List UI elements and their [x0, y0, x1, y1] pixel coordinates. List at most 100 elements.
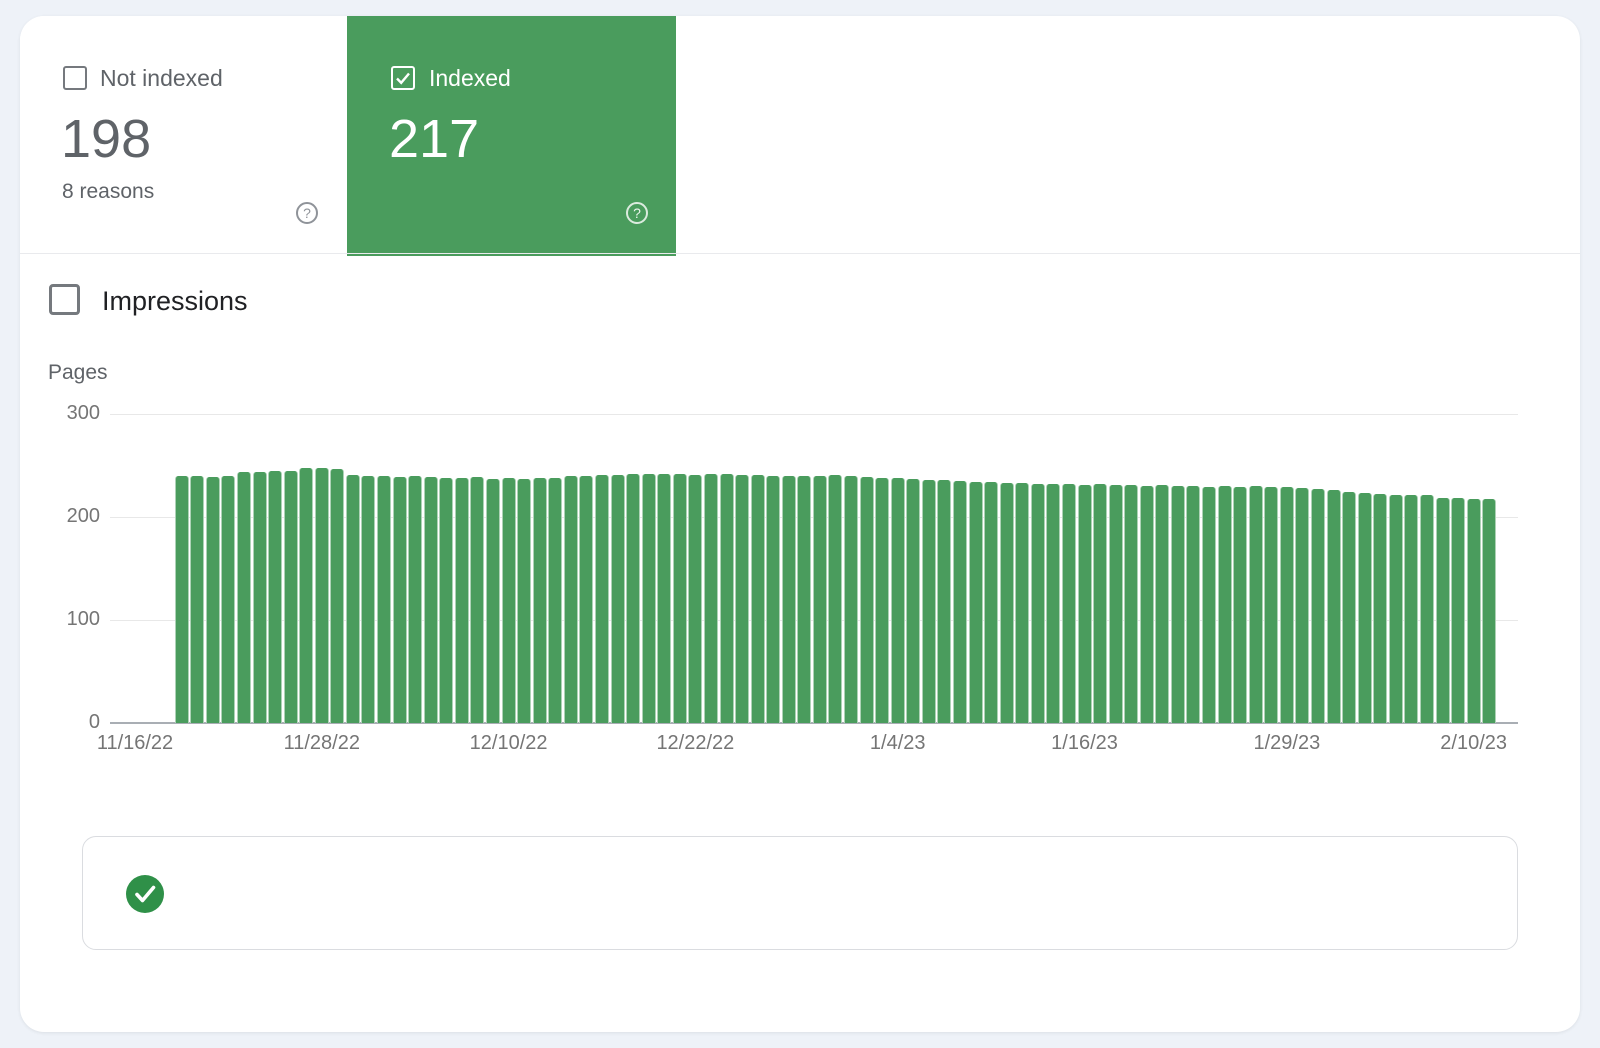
- chart-bar[interactable]: [1046, 484, 1060, 723]
- chart-bar[interactable]: [875, 478, 889, 723]
- chart-bar[interactable]: [891, 478, 905, 723]
- chart-bar[interactable]: [844, 476, 858, 723]
- chart-bar[interactable]: [860, 477, 874, 723]
- chart-bar[interactable]: [533, 478, 547, 723]
- chart-bar[interactable]: [704, 474, 718, 723]
- chart-bar[interactable]: [361, 476, 375, 723]
- chart-bar[interactable]: [455, 478, 469, 723]
- chart-bar[interactable]: [595, 475, 609, 723]
- chart-bar[interactable]: [751, 475, 765, 723]
- chart-bar[interactable]: [1311, 489, 1325, 723]
- y-tick-label: 200: [40, 505, 100, 528]
- chart-bar[interactable]: [284, 471, 298, 723]
- x-tick-label: 2/10/23: [1414, 732, 1534, 755]
- chart-bar[interactable]: [253, 472, 267, 723]
- chart-bar[interactable]: [1078, 485, 1092, 723]
- chart-bar[interactable]: [720, 474, 734, 723]
- chart-bar[interactable]: [1358, 493, 1372, 723]
- chart-bar[interactable]: [1202, 487, 1216, 723]
- chart-bar[interactable]: [797, 476, 811, 723]
- chart-bar[interactable]: [439, 478, 453, 723]
- x-tick-label: 11/28/22: [262, 732, 382, 755]
- chart-bar[interactable]: [221, 476, 235, 723]
- chart-bar[interactable]: [1404, 495, 1418, 723]
- chart-bar[interactable]: [1280, 487, 1294, 723]
- chart-bar[interactable]: [206, 477, 220, 723]
- chart-bar[interactable]: [1218, 486, 1232, 723]
- chart-bar[interactable]: [1109, 485, 1123, 723]
- chart-bar[interactable]: [502, 478, 516, 723]
- chart-bar[interactable]: [1436, 498, 1450, 723]
- chart-bar[interactable]: [953, 481, 967, 723]
- chart-bar[interactable]: [1451, 498, 1465, 723]
- chart-bar[interactable]: [626, 474, 640, 723]
- chart-bar[interactable]: [657, 474, 671, 723]
- chart-bar[interactable]: [1373, 494, 1387, 723]
- chart-bar[interactable]: [813, 476, 827, 723]
- chart-bar[interactable]: [237, 472, 251, 723]
- chart-bar[interactable]: [611, 475, 625, 723]
- view-indexed-data-button[interactable]: View data about indexed pages: [82, 836, 1518, 950]
- chart-bar[interactable]: [1140, 486, 1154, 723]
- chart-bar[interactable]: [1264, 487, 1278, 723]
- chart-bar[interactable]: [1093, 484, 1107, 723]
- chart-bar[interactable]: [688, 475, 702, 723]
- chart-bar[interactable]: [393, 477, 407, 723]
- chart-bar[interactable]: [1233, 487, 1247, 723]
- chart-bar[interactable]: [1000, 483, 1014, 723]
- x-tick-label: 11/16/22: [75, 732, 195, 755]
- chart-bar[interactable]: [642, 474, 656, 723]
- page-indexing-panel: Not indexed 198 8 reasons ? Indexed 217 …: [0, 0, 1600, 1048]
- gridline: [110, 414, 1518, 415]
- chart-bar[interactable]: [377, 476, 391, 723]
- chart-bar[interactable]: [1031, 484, 1045, 723]
- chart-bar[interactable]: [1295, 488, 1309, 723]
- chart-bar[interactable]: [1420, 495, 1434, 723]
- chart-bar[interactable]: [937, 480, 951, 723]
- chart-bar[interactable]: [330, 469, 344, 723]
- chart-bar[interactable]: [1186, 486, 1200, 723]
- chart-bar[interactable]: [1124, 485, 1138, 723]
- x-tick-label: 12/10/22: [449, 732, 569, 755]
- chart-bar[interactable]: [486, 479, 500, 723]
- chart-bar[interactable]: [470, 477, 484, 723]
- chart-bar[interactable]: [1389, 495, 1403, 723]
- y-tick-label: 0: [40, 711, 100, 734]
- chart-bar[interactable]: [1171, 486, 1185, 723]
- chart-bar[interactable]: [984, 482, 998, 723]
- x-tick-label: 1/4/23: [838, 732, 958, 755]
- chart-bar[interactable]: [564, 476, 578, 723]
- chart-bar[interactable]: [1062, 484, 1076, 723]
- chart-bar[interactable]: [735, 475, 749, 723]
- chart-bar[interactable]: [517, 479, 531, 723]
- chart-bar[interactable]: [346, 475, 360, 723]
- chart-bar[interactable]: [906, 479, 920, 723]
- chart-bar[interactable]: [175, 476, 189, 723]
- chart-bar[interactable]: [190, 476, 204, 723]
- chart-bar[interactable]: [268, 471, 282, 723]
- chart-bar[interactable]: [315, 468, 329, 723]
- x-tick-label: 1/16/23: [1025, 732, 1145, 755]
- y-tick-label: 300: [40, 402, 100, 425]
- chart-bar[interactable]: [1342, 492, 1356, 723]
- chart-bar[interactable]: [828, 475, 842, 723]
- chart-bar[interactable]: [922, 480, 936, 723]
- chart-bar[interactable]: [673, 474, 687, 723]
- check-circle-icon: [126, 875, 164, 913]
- chart-bar[interactable]: [969, 482, 983, 723]
- chart-bar[interactable]: [424, 477, 438, 723]
- chart-bar[interactable]: [1155, 485, 1169, 723]
- x-tick-label: 1/29/23: [1227, 732, 1347, 755]
- chart-bar[interactable]: [1467, 499, 1481, 723]
- chart-bar[interactable]: [579, 476, 593, 723]
- chart-bar[interactable]: [408, 476, 422, 723]
- chart-bar[interactable]: [299, 468, 313, 723]
- y-tick-label: 100: [40, 608, 100, 631]
- chart-bar[interactable]: [1482, 499, 1496, 723]
- chart-bar[interactable]: [766, 476, 780, 723]
- chart-bar[interactable]: [1249, 486, 1263, 723]
- chart-bar[interactable]: [548, 478, 562, 723]
- chart-bar[interactable]: [1015, 483, 1029, 723]
- chart-bar[interactable]: [782, 476, 796, 723]
- chart-bar[interactable]: [1327, 490, 1341, 723]
